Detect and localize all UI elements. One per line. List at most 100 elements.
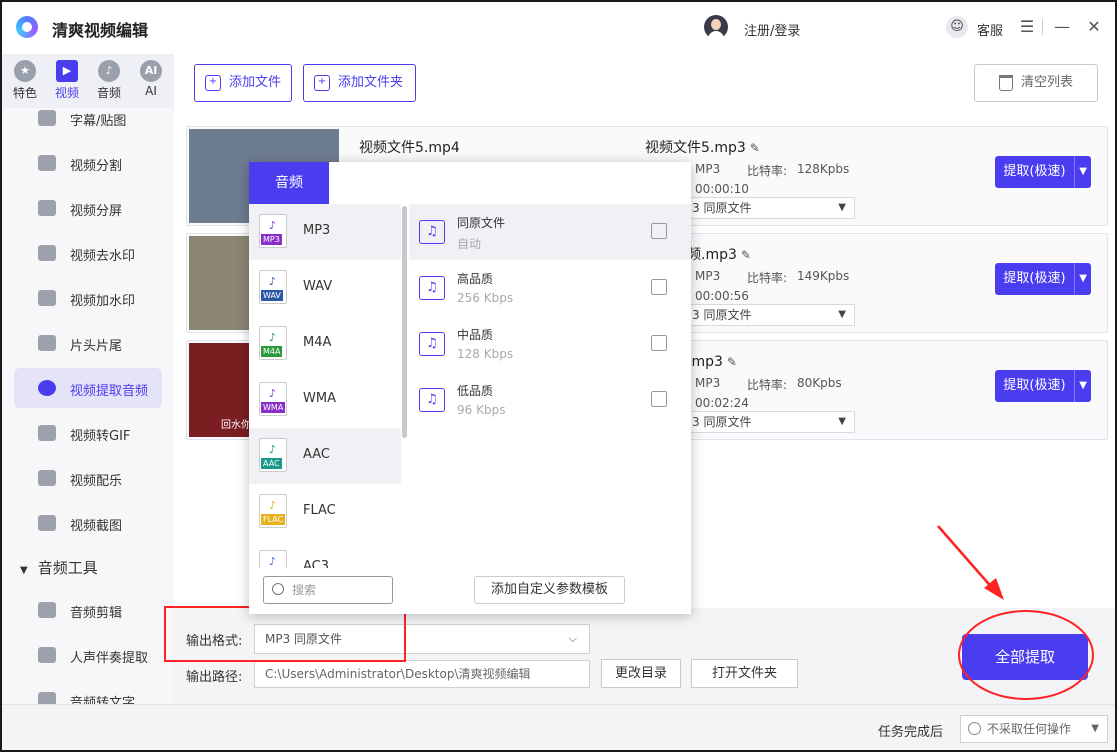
add-folder-button[interactable]: + 添加文件夹 [303,64,416,102]
format-item[interactable]: ♪ M4A M4A [249,316,401,372]
add-template-button[interactable]: 添加自定义参数模板 [474,576,625,604]
extract-label: 提取(极速) [995,156,1075,188]
sidebar-item[interactable]: 视频配乐 [14,458,162,498]
format-label: AC3 [303,559,330,568]
sidebar-item-label: 视频分屏 [70,204,123,219]
ai-icon: AI [140,60,162,82]
row-format-value: 3 同原文件 [692,201,752,215]
sidebar-item[interactable]: 音频剪辑 [14,590,162,630]
app-logo-icon [16,16,38,38]
output-format: MP3 [695,376,721,390]
sidebar-item[interactable]: 音频转文字 [14,680,162,704]
annotation-arrow-icon [937,525,1004,600]
service-link[interactable]: 客服 [977,20,1003,39]
extract-button[interactable]: 提取(极速) ▼ [995,370,1091,402]
chevron-down-icon: ▼ [1091,723,1099,734]
format-tag: MP3 [261,234,282,245]
format-item[interactable]: ♪ MP3 MP3 [249,204,401,260]
login-link[interactable]: 注册/登录 [744,20,800,39]
format-list-scrollbar[interactable] [402,206,407,438]
note-icon: ♪ [269,443,277,456]
tab-music[interactable]: ♪ 音频 [91,60,127,101]
minimize-button[interactable]: — [1052,16,1072,38]
pencil-icon[interactable]: ✎ [750,141,760,155]
clear-list-button[interactable]: 清空列表 [974,64,1098,102]
note-icon: ♪ [269,275,277,288]
extract-button[interactable]: 提取(极速) ▼ [995,263,1091,295]
sidebar-item-label: 视频截图 [70,519,123,534]
format-item[interactable]: ♪AC3 AC3 [249,540,401,568]
edit-icon[interactable] [651,391,667,407]
add-file-button[interactable]: + 添加文件 [194,64,292,102]
sidebar-item[interactable]: 视频分割 [14,143,162,183]
open-folder-button[interactable]: 打开文件夹 [691,659,798,688]
sidebar-item-label: 视频提取音频 [70,384,149,399]
change-dir-button[interactable]: 更改目录 [601,659,681,688]
tab-film[interactable]: ▶ 视频 [49,60,85,101]
sidebar-item[interactable]: 人声伴奏提取 [14,635,162,675]
quality-item[interactable]: ♫ 中品质 128 Kbps [409,316,691,372]
quality-item[interactable]: ♫ 低品质 96 Kbps [409,372,691,428]
gif-icon [38,425,56,441]
output-filename[interactable]: 视频文件5.mp3 ✎ [645,137,760,157]
pencil-icon[interactable]: ✎ [741,248,751,262]
service-icon[interactable]: ☺ [946,16,968,38]
tab-star[interactable]: ★ 特色 [7,60,43,101]
edit-icon[interactable] [651,223,667,239]
sidebar-item-label: 片头片尾 [70,339,123,354]
format-label: WAV [303,279,333,294]
add-file-label: 添加文件 [229,75,282,90]
format-label: M4A [303,335,332,350]
sidebar-item[interactable]: 视频加水印 [14,278,162,318]
after-task-select[interactable]: 不采取任何操作 ▼ [960,715,1108,743]
output-path-field[interactable]: C:\Users\Administrator\Desktop\清爽视频编辑 [254,660,590,688]
tab-audio[interactable]: 音频 [249,162,329,204]
quality-item[interactable]: ♫ 同原文件 自动 [409,204,691,260]
duration: 00:00:56 [695,289,749,303]
audio-file-icon: ♪ FLAC [259,494,287,528]
duration: 00:02:24 [695,396,749,410]
sidebar-section-audio-tools[interactable]: ▼ 音频工具 [20,557,98,578]
sidebar-item[interactable]: 字幕/贴图 [14,108,162,138]
row-format-select[interactable]: 3 同原文件 ▼ [687,411,855,433]
caret-down-icon[interactable]: ▼ [1079,370,1087,402]
menu-icon[interactable]: ☰ [1017,16,1037,38]
audio-file-icon: ♪ WAV [259,270,287,304]
output-format: MP3 [695,269,721,283]
row-format-select[interactable]: 3 同原文件 ▼ [687,304,855,326]
format-item[interactable]: ♪ WAV WAV [249,260,401,316]
sidebar-item-label: 视频分割 [70,159,123,174]
note-icon: ♪ [269,331,277,344]
speech-text-icon [38,692,56,704]
format-search-input[interactable]: 搜索 [263,576,393,604]
tab-ai[interactable]: AI AI [133,60,169,98]
bitrate-label: 比特率: [747,271,788,285]
sidebar-item[interactable]: 视频去水印 [14,233,162,273]
extract-label: 提取(极速) [995,263,1075,295]
format-item[interactable]: ♪ AAC AAC [249,428,401,484]
annotation-rectangle [164,606,406,662]
caret-down-icon[interactable]: ▼ [1079,263,1087,295]
sidebar-item[interactable]: 视频转GIF [14,413,162,453]
quality-name: 中品质 [457,328,494,342]
search-icon [272,583,284,595]
sidebar-item[interactable]: 片头片尾 [14,323,162,363]
sidebar-item[interactable]: 视频提取音频 [14,368,162,408]
edit-icon[interactable] [651,279,667,295]
format-item[interactable]: ♪ WMA WMA [249,372,401,428]
music-icon: ♫ [419,332,445,356]
category-tabs: ★ 特色 ▶ 视频 ♪ 音频 AI AI [2,54,174,108]
sidebar-item[interactable]: 视频分屏 [14,188,162,228]
caret-down-icon[interactable]: ▼ [1079,156,1087,188]
format-item[interactable]: ♪ FLAC FLAC [249,484,401,540]
avatar[interactable] [704,15,728,39]
close-button[interactable]: ✕ [1084,16,1104,38]
quality-item[interactable]: ♫ 高品质 256 Kbps [409,260,691,316]
pencil-icon[interactable]: ✎ [727,355,737,369]
row-format-select[interactable]: 3 同原文件 ▼ [687,197,855,219]
row-format-value: 3 同原文件 [692,308,752,322]
extract-button[interactable]: 提取(极速) ▼ [995,156,1091,188]
quality-bitrate: 96 Kbps [457,403,506,417]
sidebar-item[interactable]: 视频截图 [14,503,162,543]
edit-icon[interactable] [651,335,667,351]
